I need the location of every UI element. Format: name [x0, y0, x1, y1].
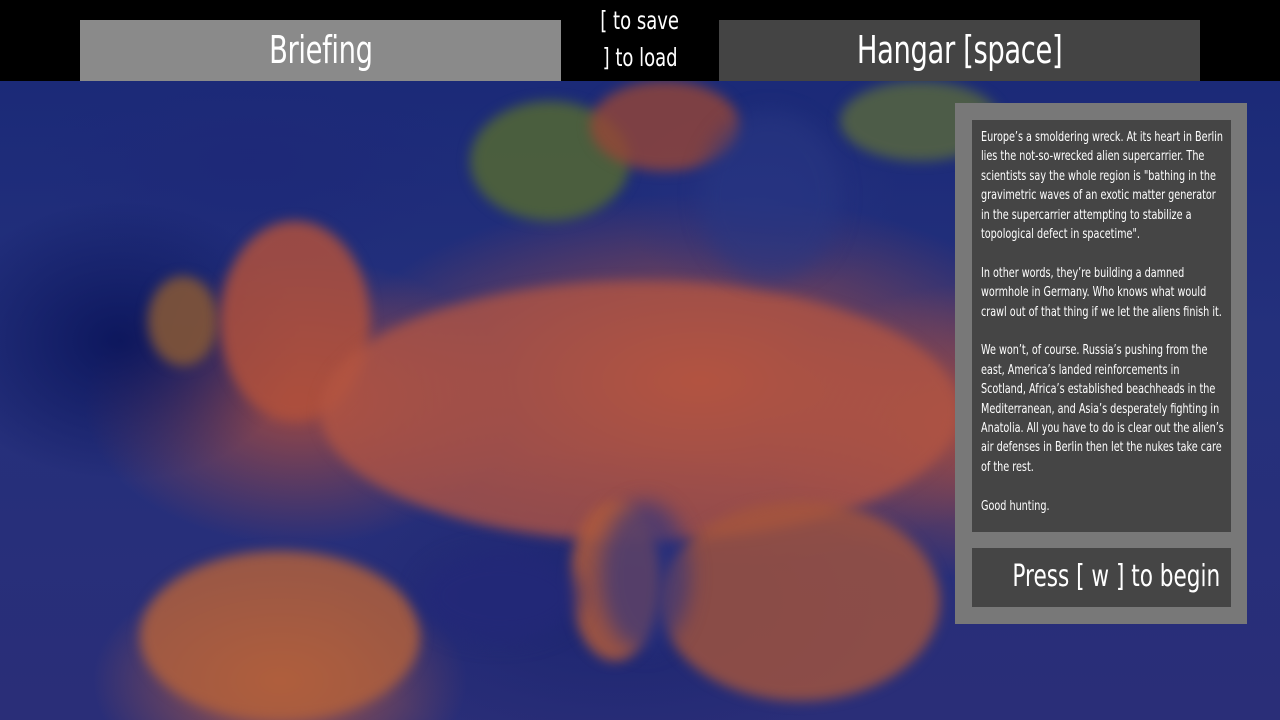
briefing-panel: Europe’s a smoldering wreck. At its hear…	[955, 103, 1247, 624]
tab-hangar[interactable]: Hangar [space]	[719, 20, 1200, 81]
briefing-text: Europe’s a smoldering wreck. At its hear…	[981, 128, 1226, 532]
save-load-hint: [ to save ] to load	[566, 2, 714, 76]
briefing-text-box: Europe’s a smoldering wreck. At its hear…	[972, 120, 1231, 532]
briefing-paragraph: Good hunting.	[981, 498, 1050, 514]
tab-hangar-label: Hangar [space]	[856, 28, 1063, 72]
tab-briefing-label: Briefing	[268, 28, 373, 72]
tab-briefing[interactable]: Briefing	[80, 20, 561, 81]
top-menu-bar: Briefing [ to save ] to load Hangar [spa…	[0, 0, 1280, 81]
begin-mission-button[interactable]: Press [ w ] to begin	[972, 548, 1231, 607]
briefing-paragraph: We won’t, of course. Russia’s pushing fr…	[981, 343, 1224, 475]
load-hint: ] to load	[602, 43, 678, 72]
game-screen: Briefing [ to save ] to load Hangar [spa…	[0, 0, 1280, 720]
briefing-paragraph: In other words, they’re building a damne…	[981, 265, 1222, 320]
briefing-paragraph: Europe’s a smoldering wreck. At its hear…	[981, 130, 1224, 243]
save-hint: [ to save	[600, 6, 680, 35]
begin-button-label: Press [ w ] to begin	[1012, 559, 1221, 594]
